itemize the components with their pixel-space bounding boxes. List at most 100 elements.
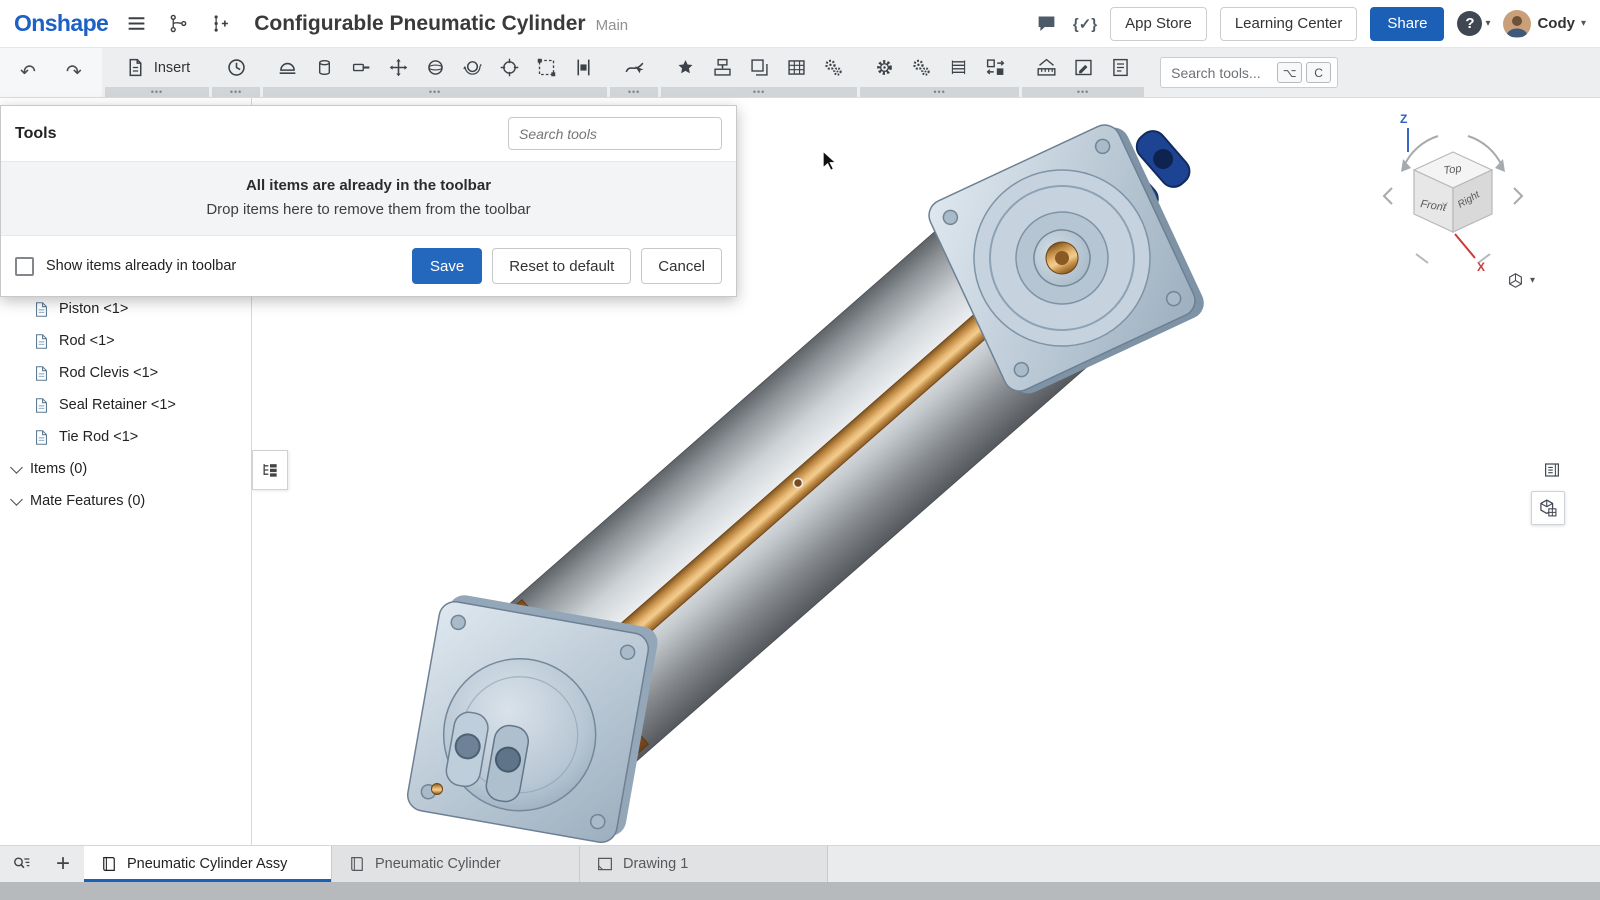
toolbar-group-gears: ••• — [860, 48, 1019, 97]
workspace-name[interactable]: Main — [596, 13, 629, 34]
list-item-label: Rod Clevis <1> — [59, 365, 158, 381]
overflow-dots: ••• — [860, 87, 1019, 97]
tools-dialog: Tools All items are already in the toolb… — [0, 105, 737, 297]
option-key: ⌥ — [1277, 62, 1302, 83]
right-panel-parts-button[interactable] — [1531, 491, 1565, 525]
dialog-message-title: All items are already in the toolbar — [1, 177, 736, 194]
replicate-icon[interactable] — [980, 53, 1010, 83]
comment-icon[interactable] — [1033, 10, 1060, 37]
cylindrical-mate-icon[interactable] — [420, 53, 450, 83]
onshape-logo[interactable]: Onshape — [14, 10, 108, 37]
revolute-mate-icon[interactable] — [309, 53, 339, 83]
overflow-dots: ••• — [263, 87, 607, 97]
panel-list-icon — [1543, 459, 1561, 481]
chevron-down-icon — [10, 493, 23, 506]
avatar[interactable] — [1503, 10, 1531, 38]
part-studio-tab-icon — [348, 855, 366, 873]
tab-label: Pneumatic Cylinder — [375, 856, 501, 872]
drawing-icon[interactable] — [1068, 53, 1098, 83]
named-views-icon[interactable] — [670, 53, 700, 83]
list-item-label: Seal Retainer <1> — [59, 397, 176, 413]
tangent-mate-icon[interactable] — [568, 53, 598, 83]
assembly-toolbar: ↶ ↷ Insert ••• ••• — [0, 48, 1600, 98]
right-panel-list-button[interactable] — [1537, 455, 1567, 485]
spur-gear-icon[interactable] — [869, 53, 899, 83]
viewcube-top-label: Top — [1443, 163, 1462, 177]
slider-mate-icon[interactable] — [346, 53, 376, 83]
insert-icon — [124, 56, 148, 80]
reset-to-default-button[interactable]: Reset to default — [492, 248, 631, 284]
help-icon[interactable]: ? — [1457, 11, 1482, 36]
planar-mate-icon[interactable] — [383, 53, 413, 83]
sheet-metal-icon[interactable] — [707, 53, 737, 83]
app-header: Onshape Configurable Pneumatic Cylinder … — [0, 0, 1600, 48]
app-store-button[interactable]: App Store — [1110, 7, 1207, 41]
toolbar-group-docs: ••• — [1022, 48, 1144, 97]
bom-icon[interactable] — [1105, 53, 1135, 83]
search-list-icon — [11, 854, 31, 874]
pin-slot-mate-icon[interactable] — [457, 53, 487, 83]
measure-icon[interactable] — [1031, 53, 1061, 83]
header-right-cluster: {✓} App Store Learning Center Share ? ▾ … — [1033, 7, 1586, 41]
dialog-search-input[interactable] — [508, 117, 722, 150]
part-icon — [33, 301, 50, 318]
section-mate-features[interactable]: Mate Features (0) — [0, 485, 251, 517]
redo-icon[interactable]: ↷ — [60, 62, 88, 83]
configurations-table-icon[interactable] — [781, 53, 811, 83]
fastened-mate-icon[interactable] — [272, 53, 302, 83]
undo-icon[interactable]: ↶ — [14, 62, 42, 83]
cube-icon — [1506, 271, 1525, 290]
list-item-tie-rod[interactable]: Tie Rod <1> — [0, 421, 251, 453]
feature-script-check-icon[interactable]: {✓} — [1073, 15, 1097, 33]
search-tabs-button[interactable] — [0, 846, 42, 882]
list-item-rod-clevis[interactable]: Rod Clevis <1> — [0, 357, 251, 389]
tab-label: Pneumatic Cylinder Assy — [127, 856, 287, 872]
overflow-dots: ••• — [610, 87, 658, 97]
assembly-tab-icon — [100, 855, 118, 873]
viewcube-x-axis-label: X — [1477, 260, 1485, 274]
tree-icon — [260, 460, 280, 480]
snap-mode-icon[interactable] — [619, 53, 649, 83]
list-item-rod[interactable]: Rod <1> — [0, 325, 251, 357]
version-tree-icon[interactable] — [165, 10, 192, 37]
hamburger-menu-icon[interactable] — [123, 10, 150, 37]
list-item-seal-retainer[interactable]: Seal Retainer <1> — [0, 389, 251, 421]
save-button[interactable]: Save — [412, 248, 482, 284]
gear-relation-icon[interactable] — [818, 53, 848, 83]
checkbox-label: Show items already in toolbar — [46, 258, 236, 274]
view-options-button[interactable]: ▾ — [1500, 270, 1541, 291]
tab-label: Drawing 1 — [623, 856, 688, 872]
list-item-label: Rod <1> — [59, 333, 115, 349]
overflow-dots: ••• — [105, 87, 209, 97]
mate-connector-icon[interactable] — [494, 53, 524, 83]
group-icon[interactable] — [531, 53, 561, 83]
insert-button[interactable]: Insert — [114, 56, 200, 80]
share-button[interactable]: Share — [1370, 7, 1444, 41]
structure-tree-button[interactable] — [252, 450, 288, 490]
add-tab-button[interactable]: + — [42, 846, 84, 882]
panel-cube-icon — [1538, 497, 1558, 519]
user-name[interactable]: Cody — [1537, 15, 1575, 32]
part-icon — [33, 365, 50, 382]
learning-center-button[interactable]: Learning Center — [1220, 7, 1358, 41]
part-icon — [33, 397, 50, 414]
gear-pair-icon[interactable] — [906, 53, 936, 83]
toolbar-search: ⌥ C — [1160, 57, 1338, 88]
chevron-down-icon[interactable]: ▾ — [1581, 18, 1586, 29]
show-items-checkbox[interactable] — [15, 257, 34, 276]
derived-copy-icon[interactable] — [744, 53, 774, 83]
insert-nodes-icon[interactable] — [207, 10, 234, 37]
tab-pneumatic-cylinder-assy[interactable]: Pneumatic Cylinder Assy — [84, 846, 332, 882]
rack-icon[interactable] — [943, 53, 973, 83]
section-items[interactable]: Items (0) — [0, 453, 251, 485]
clock-icon[interactable] — [221, 53, 251, 83]
list-item-label: Piston <1> — [59, 301, 128, 317]
list-item-piston[interactable]: Piston <1> — [0, 293, 251, 325]
dialog-message-subtitle: Drop items here to remove them from the … — [1, 201, 736, 218]
chevron-down-icon: ▾ — [1530, 275, 1535, 286]
dialog-drop-zone[interactable]: All items are already in the toolbar Dro… — [1, 161, 736, 236]
tab-pneumatic-cylinder[interactable]: Pneumatic Cylinder — [332, 846, 580, 882]
tab-drawing-1[interactable]: Drawing 1 — [580, 846, 828, 882]
cancel-button[interactable]: Cancel — [641, 248, 722, 284]
chevron-down-icon[interactable]: ▾ — [1485, 18, 1490, 29]
